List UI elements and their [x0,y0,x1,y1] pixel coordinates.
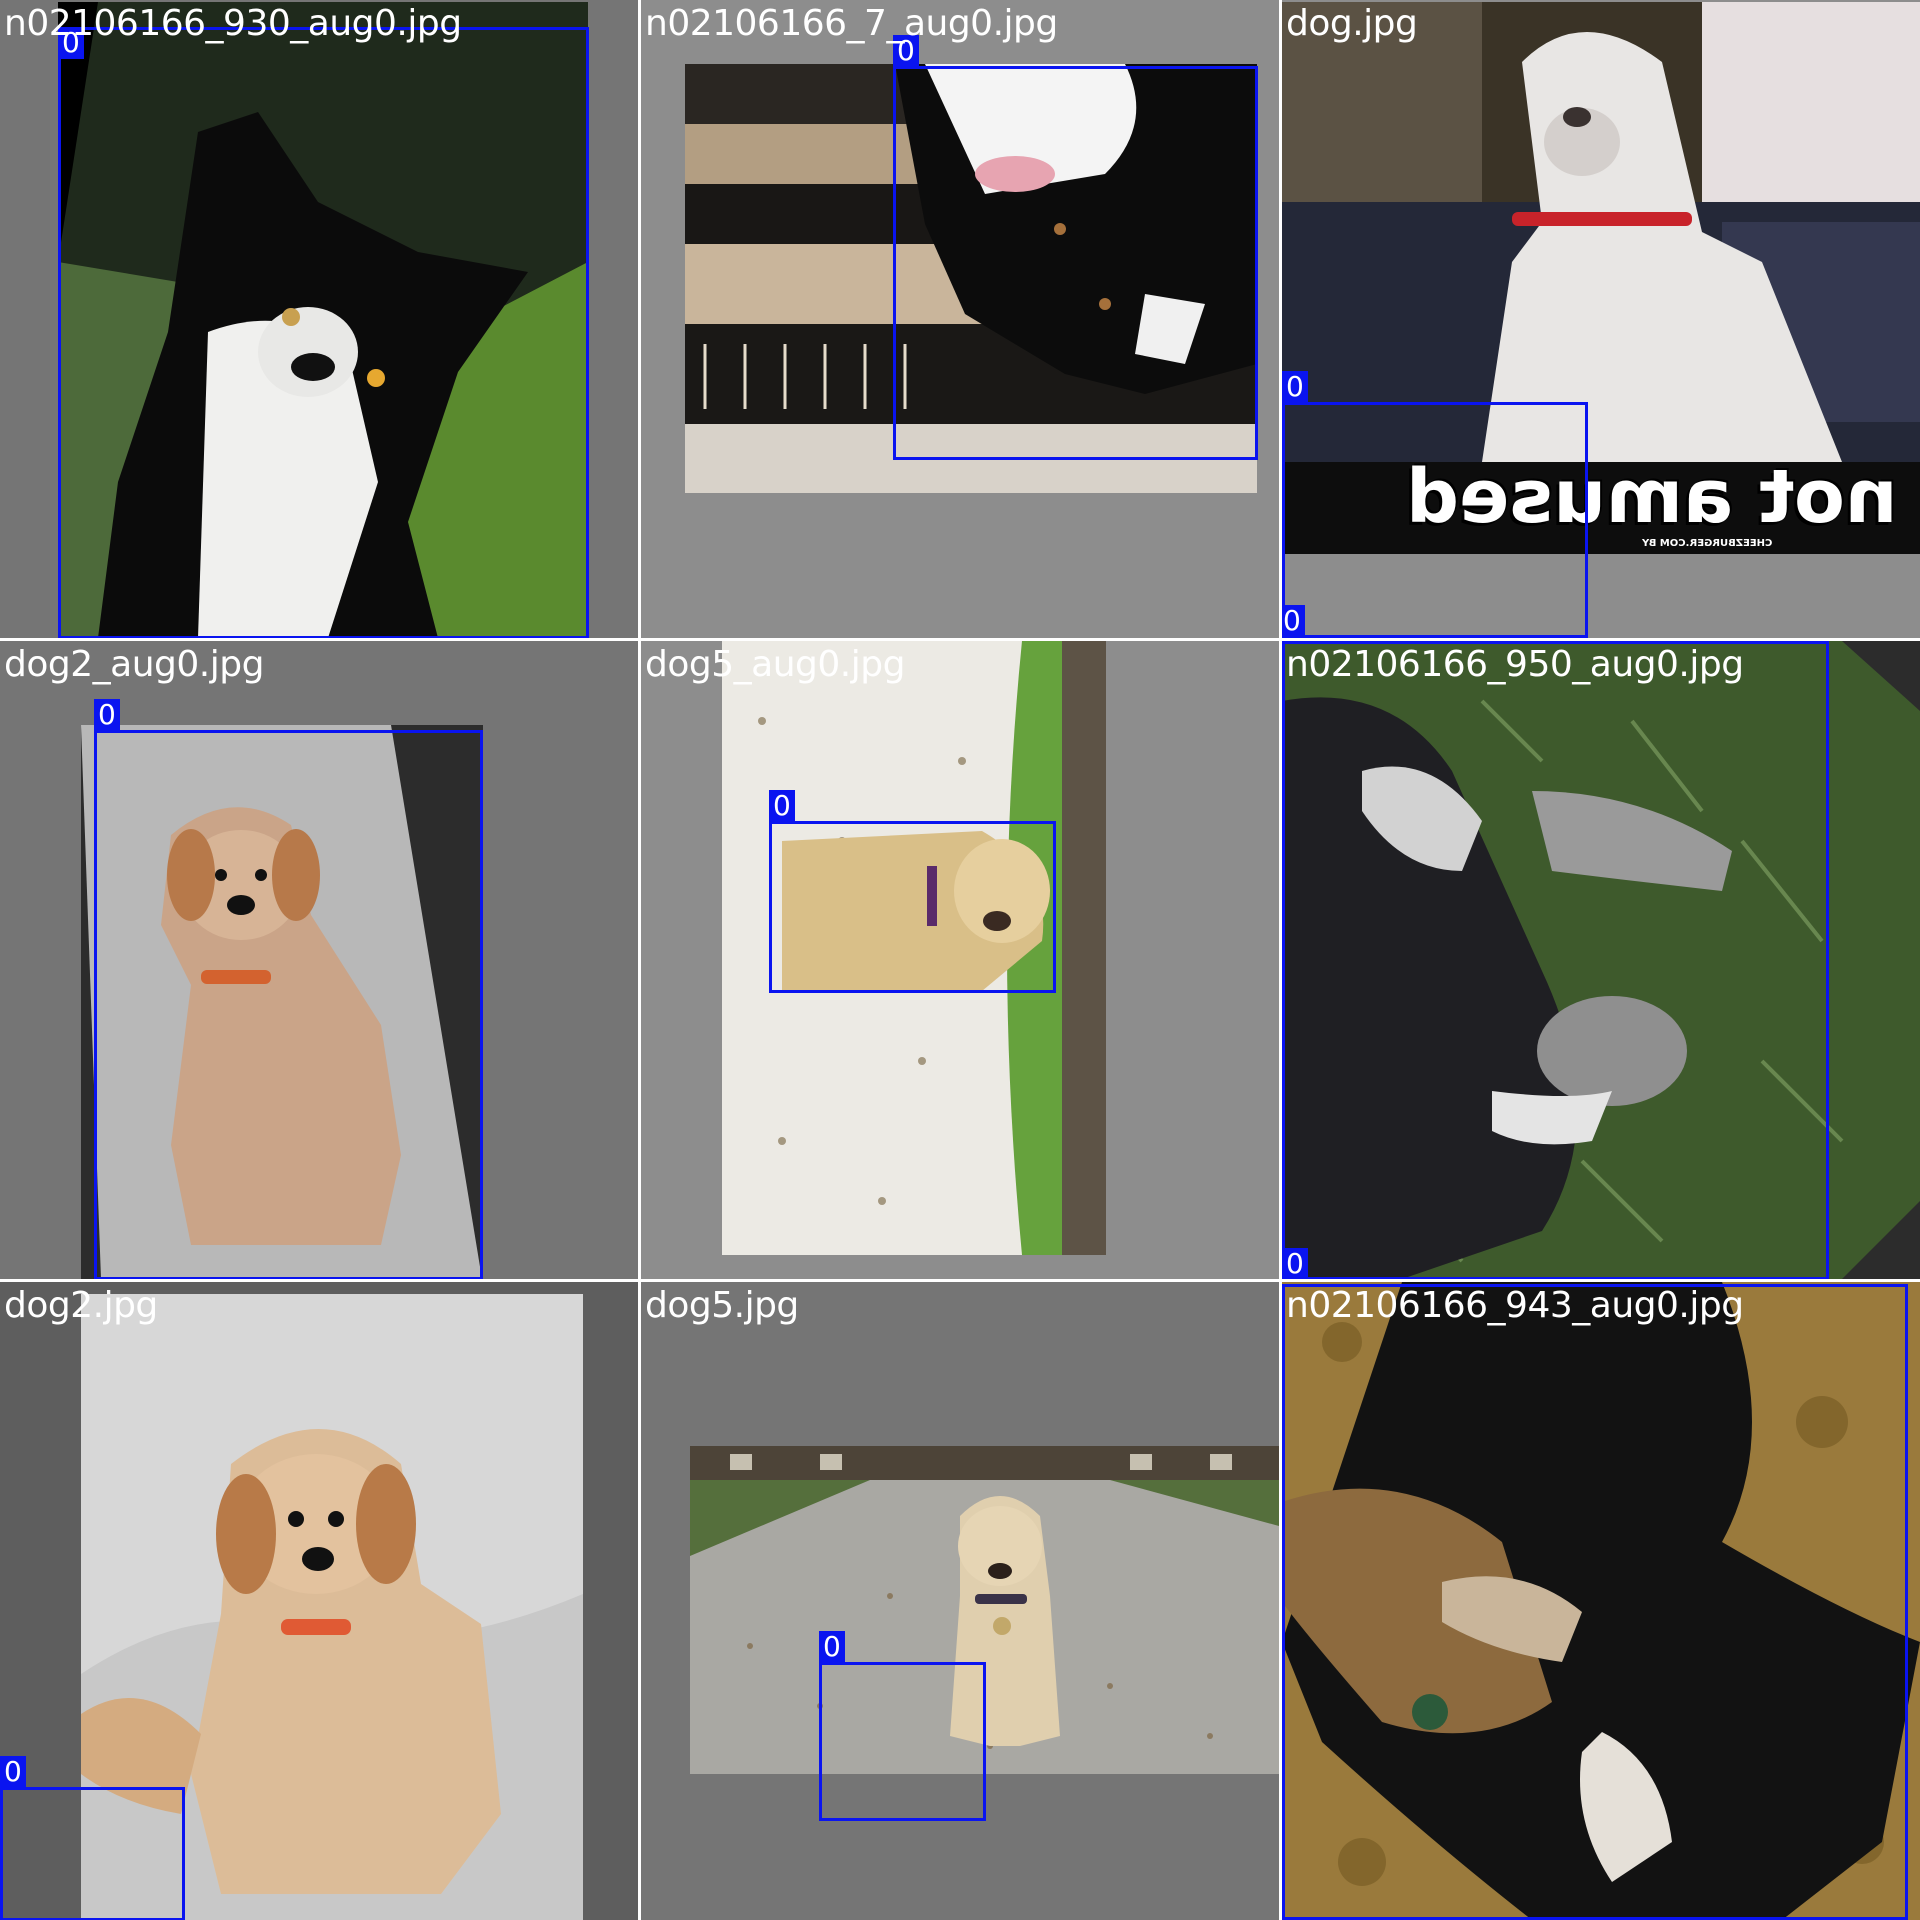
bounding-box: 0 [1282,371,1588,638]
box-class-label: 0 [0,1756,26,1788]
box-class-label: 0 [1282,1248,1308,1279]
bounding-box: 0 [769,790,1056,993]
tile-8: 0 dog5.jpg [641,1282,1279,1920]
tile-filename-label: n02106166_950_aug0.jpg [1286,644,1744,685]
bounding-box: 0 [58,27,589,638]
grid-separator [1279,0,1282,1920]
tile-filename-label: n02106166_930_aug0.jpg [4,3,462,44]
tile-filename-label: dog2_aug0.jpg [4,644,264,685]
tile-7: 0 dog2.jpg [0,1282,638,1920]
tile-filename-label: n02106166_943_aug0.jpg [1286,1285,1744,1326]
tile-filename-label: dog.jpg [1286,3,1418,44]
bounding-box: 0 [94,699,483,1279]
bounding-box: 0 [0,1756,185,1920]
tile-filename-label: dog2.jpg [4,1285,158,1326]
box-class-label: 0 [769,790,795,822]
tile-5: 0 dog5_aug0.jpg [641,641,1279,1279]
tile-9: 0 n02106166_943_aug0.jpg [1282,1282,1920,1920]
bounding-box: 0 [1282,1284,1908,1920]
tile-3: am not amused CHEEZBURGER.COM BY 0 0 dog… [1282,0,1920,638]
grid-separator [0,1279,1920,1282]
tile-6: 0 n02106166_950_aug0.jpg [1282,641,1920,1279]
tile-1: 0 n02106166_930_aug0.jpg [0,0,638,638]
box-class-label: 0 [1282,605,1305,637]
tile-filename-label: dog5.jpg [645,1285,799,1326]
box-class-label: 0 [819,1631,845,1663]
tile-filename-label: dog5_aug0.jpg [645,644,905,685]
mosaic-grid: 0 n02106166_930_aug0.jpg 0 n02106166_7_a… [0,0,1920,1920]
box-class-label: 0 [1282,371,1308,403]
tile-filename-label: n02106166_7_aug0.jpg [645,3,1058,44]
grid-separator [0,638,1920,641]
bounding-box: 0 [893,35,1258,460]
meme-credit-text: CHEEZBURGER.COM BY [1642,538,1773,549]
tile-4: 0 dog2_aug0.jpg [0,641,638,1279]
tile-2: 0 n02106166_7_aug0.jpg [641,0,1279,638]
bounding-box: 0 [819,1631,986,1821]
grid-separator [638,0,641,1920]
box-class-label: 0 [94,699,120,731]
bounding-box: 0 [1282,641,1829,1279]
